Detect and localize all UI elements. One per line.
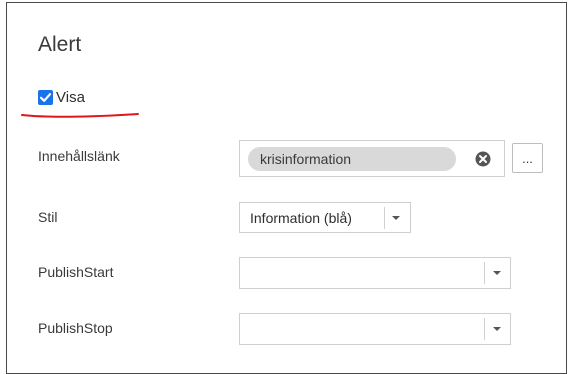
content-link-chip: krisinformation [248, 147, 456, 171]
content-link-label: Innehållslänk [38, 148, 120, 164]
visa-checkbox-row[interactable]: Visa [38, 89, 85, 106]
select-divider [484, 262, 485, 284]
clear-circle-x-icon [475, 151, 491, 167]
select-divider [384, 207, 385, 229]
checkmark-icon [39, 93, 52, 102]
clear-link-button[interactable] [474, 150, 492, 168]
publish-start-select[interactable] [239, 257, 511, 289]
chevron-down-icon[interactable] [493, 271, 501, 275]
visa-checkbox[interactable] [38, 90, 53, 105]
chevron-down-icon[interactable] [392, 216, 400, 220]
visa-label: Visa [56, 89, 85, 106]
panel-title: Alert [38, 33, 82, 56]
style-select[interactable]: Information (blå) [239, 202, 411, 233]
publish-stop-select[interactable] [239, 313, 511, 345]
style-label: Stil [38, 209, 58, 225]
chevron-down-icon[interactable] [493, 327, 501, 331]
browse-content-button[interactable]: ... [512, 143, 543, 173]
publish-stop-label: PublishStop [38, 320, 113, 336]
content-link-field[interactable]: krisinformation [239, 140, 505, 177]
publish-start-label: PublishStart [38, 264, 114, 280]
select-divider [484, 318, 485, 340]
red-annotation-underline [21, 113, 139, 118]
style-select-value: Information (blå) [250, 210, 352, 226]
